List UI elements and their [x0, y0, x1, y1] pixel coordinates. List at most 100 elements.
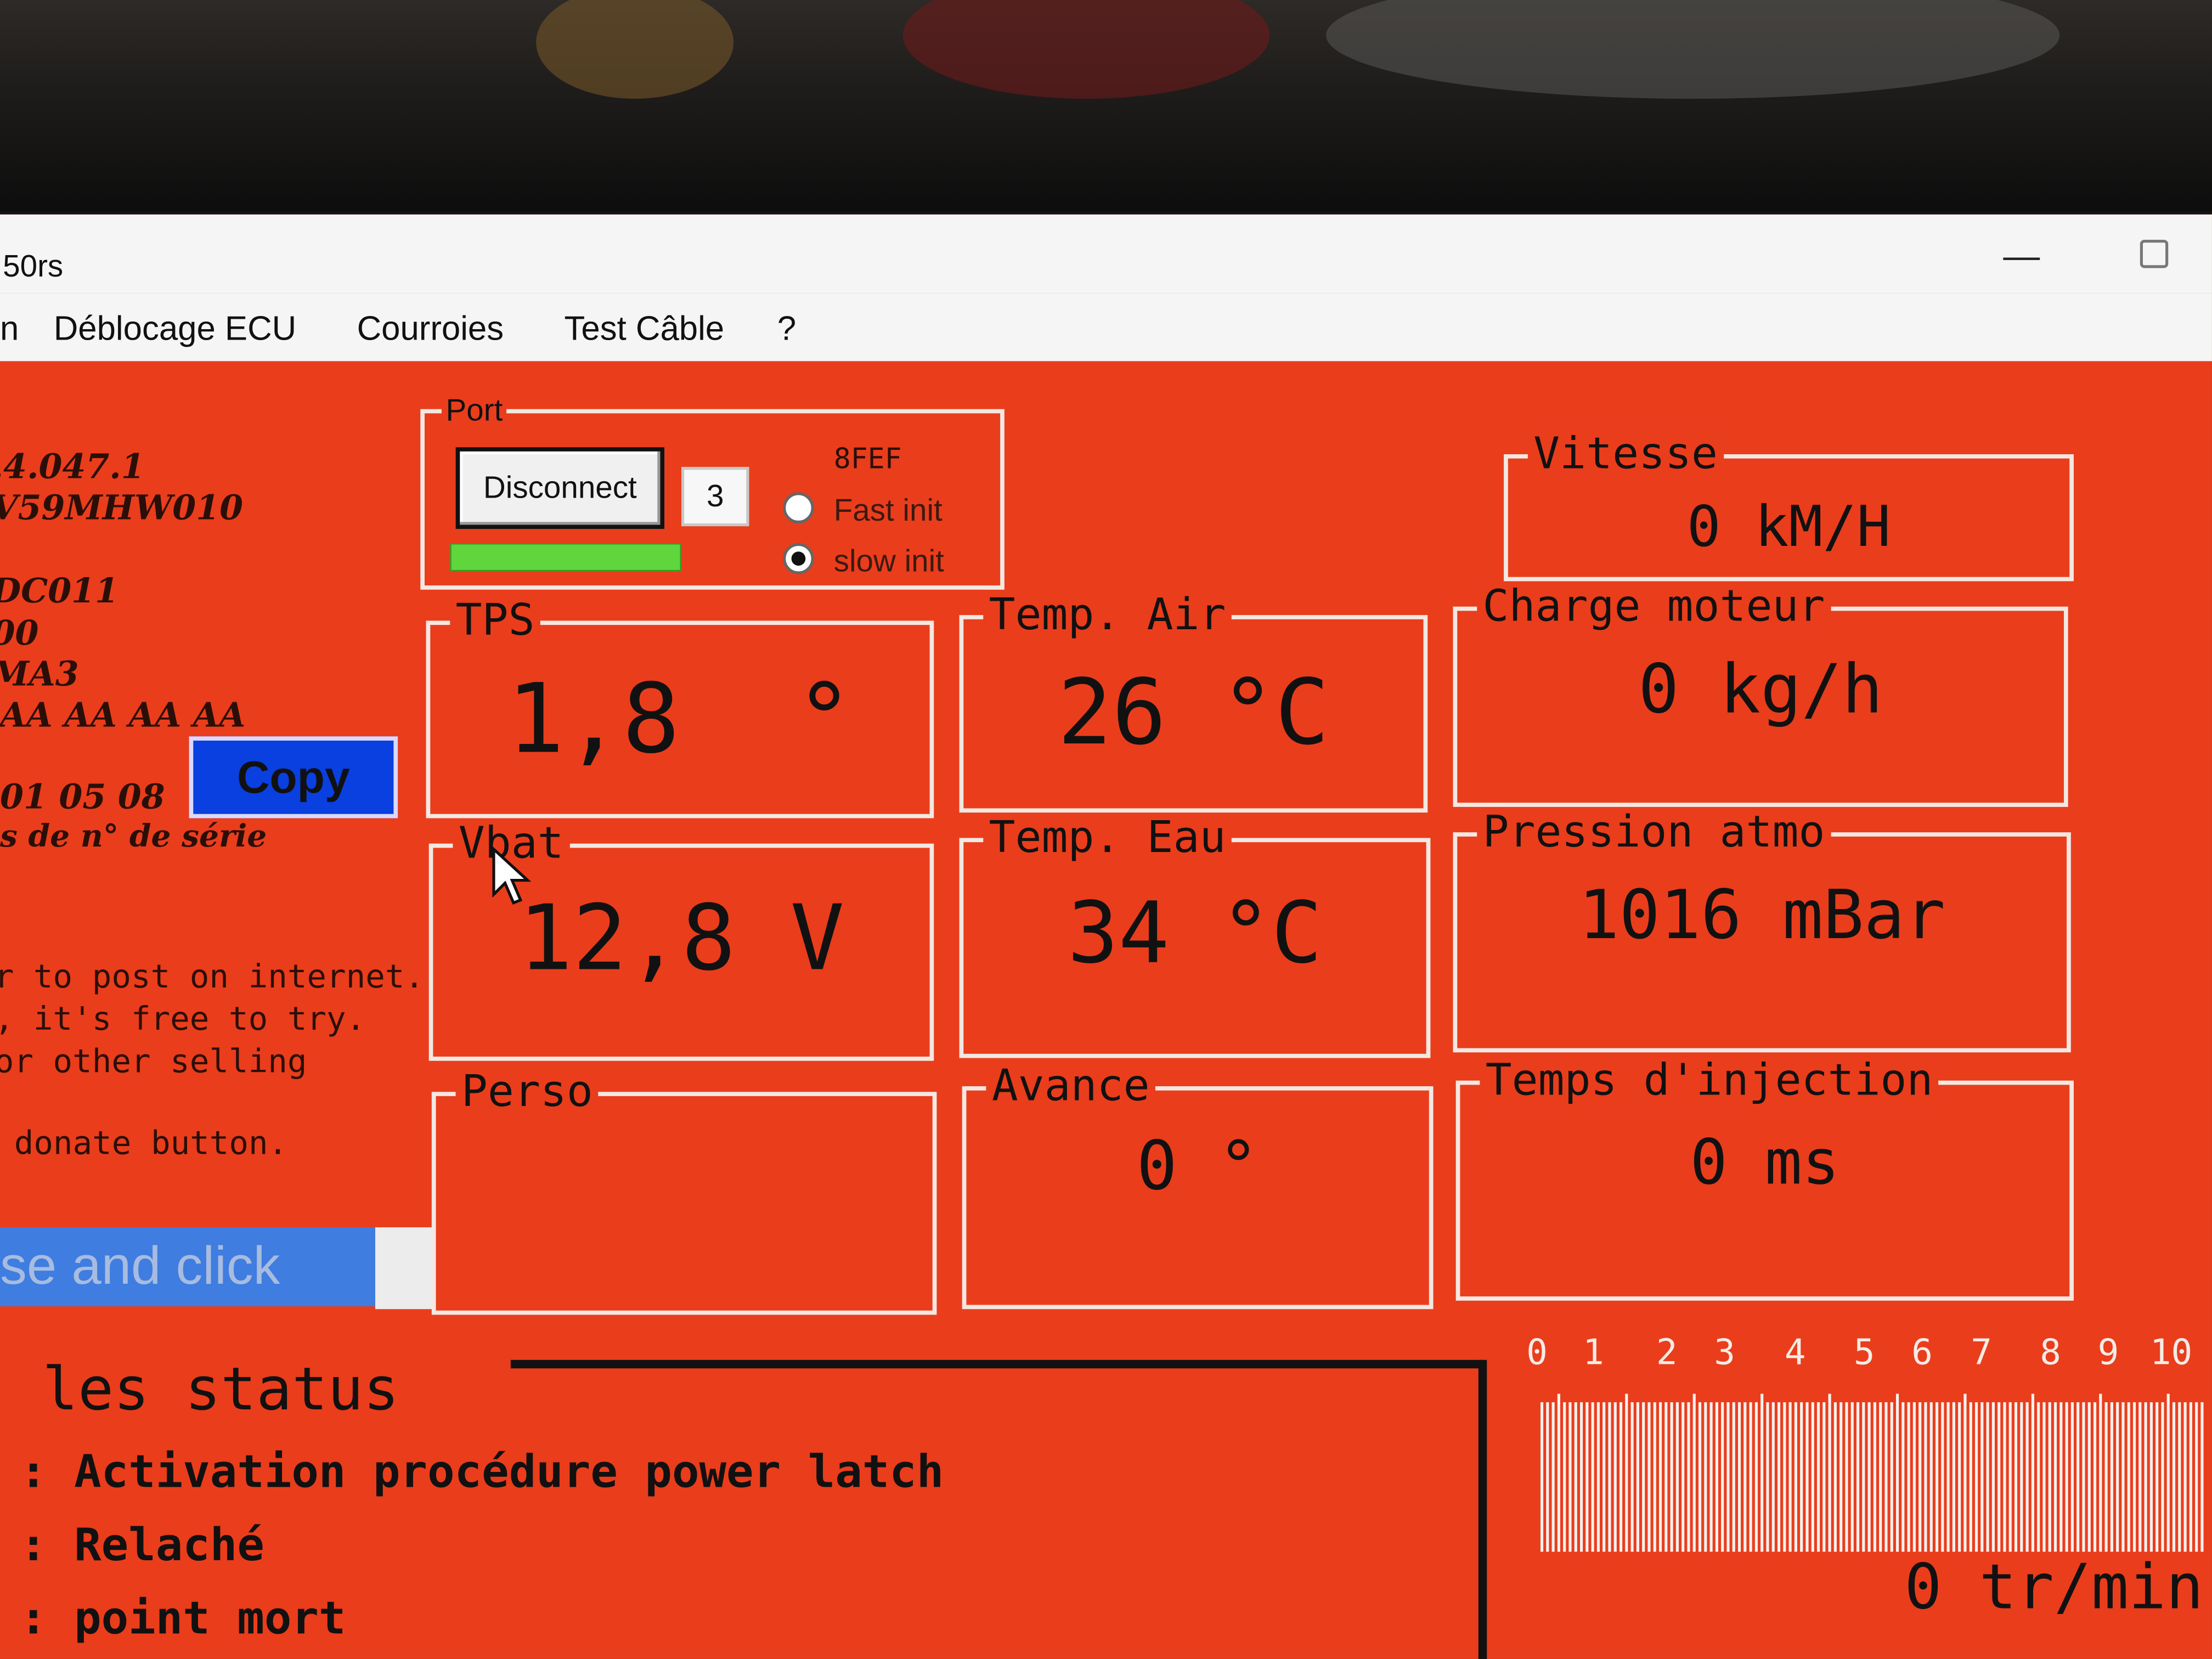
rpm-bar-segment [2099, 1393, 2102, 1552]
port-number-field[interactable]: 3 [681, 467, 749, 527]
avance-gauge: Avance 0 ° [962, 1062, 1434, 1310]
injection-gauge: Temps d'injection 0 ms [1455, 1056, 2074, 1301]
minimize-icon[interactable]: — [2003, 234, 2040, 278]
title-bar: 50rs — [0, 214, 2212, 294]
slow-init-label: slow init [833, 543, 944, 579]
rpm-bar-segment [2014, 1402, 2018, 1552]
donate-label: se and click [0, 1236, 280, 1296]
rpm-bar-segment [1568, 1402, 1572, 1552]
rpm-scale-label: 9 [2097, 1331, 2119, 1373]
rpm-bar-segment [1856, 1402, 1860, 1552]
rpm-bar-segment [1873, 1402, 1876, 1552]
rpm-bar-segment [1918, 1402, 1922, 1552]
rpm-value: 0 tr/min [1904, 1551, 2204, 1624]
rpm-bar-segment [2132, 1402, 2136, 1552]
rpm-bar-segment [1788, 1402, 1792, 1552]
rpm-scale-label: 3 [1714, 1331, 1735, 1373]
menu-item-test-cable[interactable]: Test Câble [565, 311, 725, 350]
rpm-bar-segment [1591, 1402, 1594, 1552]
rpm-bargraph [1540, 1393, 2204, 1552]
perso-label: Perso [455, 1068, 599, 1116]
rpm-bar-segment [1619, 1402, 1623, 1552]
rpm-bar-segment [1585, 1402, 1589, 1552]
pression-gauge: Pression atmo 1016 mBar [1453, 808, 2071, 1053]
rpm-bar-segment [2183, 1402, 2187, 1552]
rpm-bar-segment [1800, 1402, 1803, 1552]
rpm-bar-segment [1895, 1393, 1899, 1552]
ecu-info-line: AA AA AA AA [0, 694, 246, 735]
notice-line: r to post on internet. [0, 959, 425, 996]
rpm-bar-segment [1687, 1402, 1690, 1552]
status-row: : Relaché [19, 1517, 264, 1572]
donate-button-edge [375, 1227, 435, 1310]
menu-item-file[interactable]: n [0, 311, 19, 350]
notice-line: , it's free to try. [0, 1001, 366, 1039]
rpm-bar-segment [1850, 1402, 1854, 1552]
rpm-bar-segment [2059, 1402, 2063, 1552]
rpm-bar-segment [1743, 1402, 1747, 1552]
background-object [902, 0, 1270, 99]
rpm-bar-segment [1794, 1402, 1797, 1552]
menu-item-deblocage-ecu[interactable]: Déblocage ECU [54, 311, 297, 350]
charge-label: Charge moteur [1477, 582, 1831, 631]
rpm-bar-segment [2003, 1402, 2006, 1552]
radio-selected-dot [791, 551, 806, 566]
rpm-bar-segment [1805, 1402, 1809, 1552]
temp-eau-value: 34 °C [1067, 884, 1323, 984]
avance-label: Avance [986, 1062, 1155, 1110]
rpm-bar-segment [1783, 1402, 1786, 1552]
rpm-bar-segment [1833, 1402, 1837, 1552]
rpm-scale-label: 7 [1971, 1331, 1992, 1373]
donate-button[interactable]: se and click [0, 1227, 375, 1307]
maximize-icon[interactable] [2140, 240, 2169, 268]
tps-label: TPS [450, 596, 540, 645]
rpm-bar-segment [2008, 1402, 2012, 1552]
disconnect-button[interactable]: Disconnect [455, 447, 665, 529]
vitesse-label: Vitesse [1527, 430, 1724, 478]
rpm-bar-segment [1574, 1402, 1577, 1552]
rpm-bar-segment [1698, 1402, 1702, 1552]
rpm-bar-segment [2093, 1402, 2097, 1552]
connection-progress-bar [450, 543, 681, 572]
menu-item-courroies[interactable]: Courroies [357, 311, 504, 350]
rpm-scale-label: 4 [1784, 1331, 1806, 1373]
serial-date: 01 05 08 [0, 776, 165, 817]
rpm-bar-segment [2127, 1402, 2130, 1552]
background-object [536, 0, 734, 99]
slow-init-radio[interactable] [783, 543, 814, 574]
rpm-bar-segment [2076, 1402, 2080, 1552]
rpm-bar-segment [1675, 1402, 1679, 1552]
rpm-bar-segment [1816, 1402, 1820, 1552]
status-row: : point mort [19, 1591, 346, 1645]
rpm-bar-segment [2065, 1402, 2068, 1552]
rpm-bar-segment [1551, 1402, 1555, 1552]
copy-button[interactable]: Copy [189, 736, 398, 819]
serial-caption: s de n° de série [0, 818, 267, 855]
notice-line: donate button. [14, 1125, 288, 1163]
rpm-bar-segment [1839, 1402, 1843, 1552]
pression-value: 1016 mBar [1578, 876, 1946, 955]
ecu-code: 8FEF [833, 441, 902, 476]
rpm-bar-segment [1602, 1402, 1606, 1552]
rpm-bar-segment [2020, 1402, 2023, 1552]
fast-init-radio[interactable] [783, 492, 814, 523]
background-object [1326, 0, 2060, 99]
injection-label: Temps d'injection [1480, 1056, 1939, 1105]
rpm-bar-segment [2172, 1402, 2176, 1552]
rpm-bar-segment [2161, 1402, 2164, 1552]
menu-item-help[interactable]: ? [777, 311, 796, 350]
rpm-bar-segment [1709, 1402, 1713, 1552]
rpm-bar-segment [2042, 1402, 2046, 1552]
rpm-bar-segment [2189, 1402, 2192, 1552]
rpm-bar-segment [1929, 1402, 1933, 1552]
temp-air-gauge: Temp. Air 26 °C [959, 591, 1428, 813]
rpm-bar-segment [2144, 1402, 2147, 1552]
rpm-bar-segment [2070, 1402, 2074, 1552]
rpm-bar-segment [1969, 1402, 1972, 1552]
port-group: Port Disconnect 3 8FEF Fast init slow in… [420, 393, 1005, 590]
mouse-cursor-icon [492, 846, 532, 905]
rpm-bar-segment [2048, 1402, 2051, 1552]
rpm-bar-segment [1726, 1402, 1730, 1552]
rpm-bar-segment [1879, 1402, 1882, 1552]
rpm-bar-segment [1901, 1402, 1905, 1552]
